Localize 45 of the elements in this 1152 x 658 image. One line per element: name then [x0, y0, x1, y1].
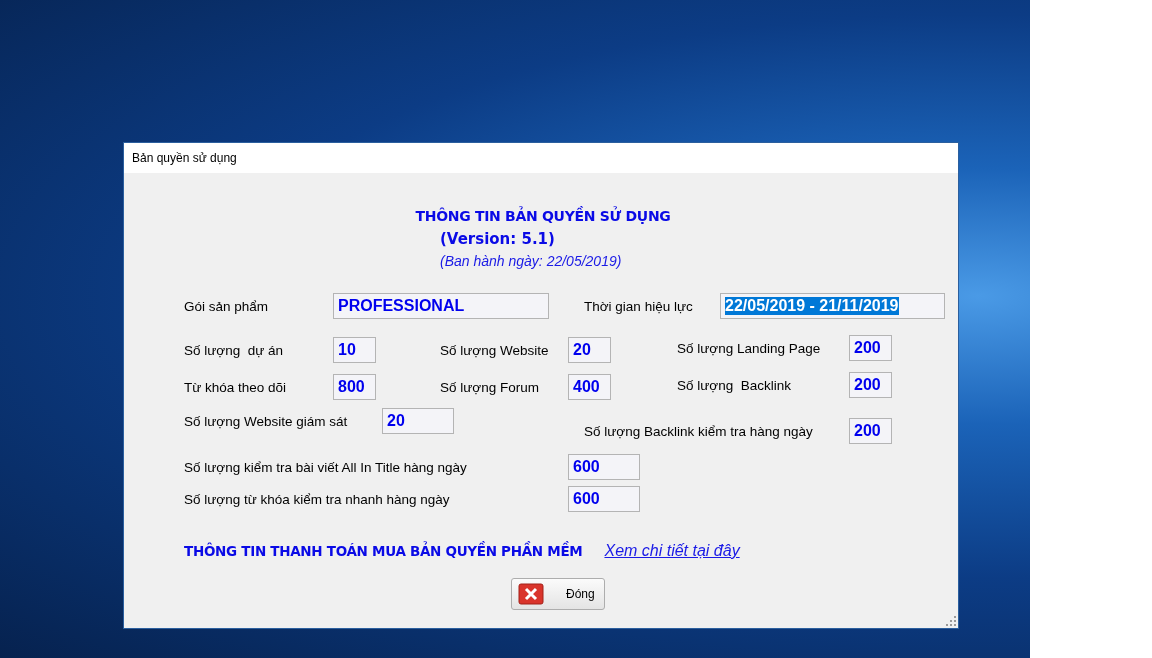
- field-label: Số lượng Landing Page: [677, 340, 822, 356]
- value-field[interactable]: 200: [849, 372, 892, 398]
- field-label: Số lượng Website: [440, 342, 550, 358]
- field-value: 800: [338, 378, 365, 396]
- issue-date-text: (Ban hành ngày: 22/05/2019): [440, 253, 623, 269]
- field-value: 600: [573, 458, 600, 476]
- field-label: Gói sản phẩm: [184, 298, 270, 314]
- field-value: 200: [854, 422, 881, 440]
- field-value: 20: [573, 341, 591, 359]
- field-value: 200: [854, 376, 881, 394]
- field-label: Số lượng kiểm tra bài viết All In Title hàng ngày: [184, 459, 468, 475]
- value-field[interactable]: 22/05/2019 - 21/11/2019: [720, 293, 945, 319]
- field-value: 400: [573, 378, 600, 396]
- value-field[interactable]: 10: [333, 337, 376, 363]
- close-icon: [518, 583, 544, 605]
- details-link[interactable]: Xem chi tiết tại đây: [604, 542, 740, 560]
- close-button[interactable]: Đóng: [511, 578, 605, 610]
- field-label: Từ khóa theo dõi: [184, 379, 288, 395]
- value-field[interactable]: 400: [568, 374, 611, 400]
- field-label: Số lượng từ khóa kiểm tra nhanh hàng ngày: [184, 491, 451, 507]
- value-field[interactable]: 800: [333, 374, 376, 400]
- field-label: Số lượng dự án: [184, 342, 284, 358]
- window-title: Bản quyền sử dụng: [132, 151, 237, 165]
- field-value: PROFESSIONAL: [338, 297, 465, 315]
- value-field[interactable]: 200: [849, 335, 892, 361]
- value-field[interactable]: 200: [849, 418, 892, 444]
- field-value: 22/05/2019 - 21/11/2019: [725, 297, 899, 315]
- field-value: 20: [387, 412, 405, 430]
- payment-heading: THÔNG TIN THANH TOÁN MUA BẢN QUYỀN PHẦN MỀM: [184, 543, 583, 559]
- field-value: 200: [854, 339, 881, 357]
- field-value: 10: [338, 341, 356, 359]
- value-field[interactable]: 600: [568, 486, 640, 512]
- resize-grip-icon[interactable]: [946, 616, 956, 626]
- field-label: Số lượng Backlink: [677, 377, 792, 393]
- value-field[interactable]: 600: [568, 454, 640, 480]
- field-label: Số lượng Forum: [440, 379, 540, 395]
- field-value: 600: [573, 490, 600, 508]
- field-label: Số lượng Backlink kiểm tra hàng ngày: [584, 423, 814, 439]
- field-label: Thời gian hiệu lực: [584, 298, 694, 314]
- heading: THÔNG TIN BẢN QUYỀN SỬ DỤNG: [415, 208, 671, 224]
- value-field[interactable]: 20: [568, 337, 611, 363]
- field-label: Số lượng Website giám sát: [184, 413, 349, 429]
- value-field[interactable]: PROFESSIONAL: [333, 293, 549, 319]
- version-text: (Version: 5.1): [440, 230, 556, 248]
- value-field[interactable]: 20: [382, 408, 454, 434]
